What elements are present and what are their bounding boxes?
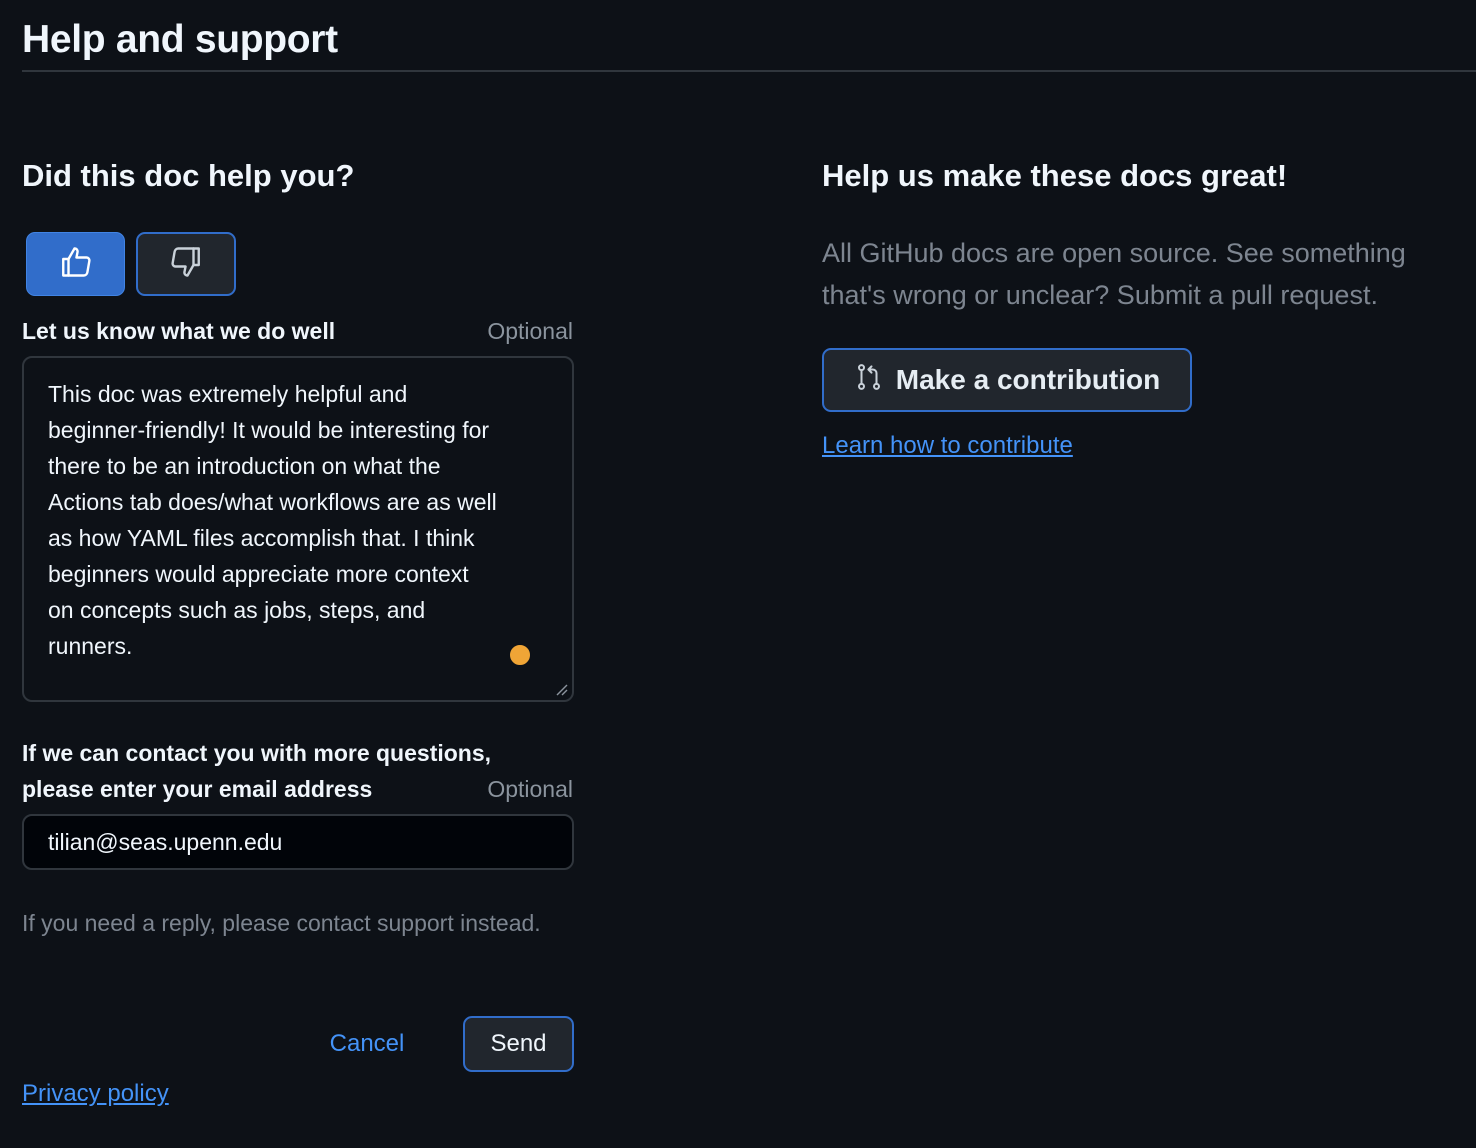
thumbs-down-icon	[168, 244, 204, 285]
cancel-button[interactable]: Cancel	[310, 1018, 424, 1070]
email-optional-hint: Optional	[487, 776, 573, 802]
thumbs-down-button[interactable]	[136, 232, 236, 296]
git-pull-request-icon	[854, 362, 884, 399]
email-label-line1: If we can contact you with more question…	[22, 740, 492, 766]
title-divider	[22, 70, 1476, 72]
contribute-description: All GitHub docs are open source. See som…	[822, 238, 1406, 310]
comment-label: Let us know what we do well	[22, 318, 336, 344]
reply-note: If you need a reply, please contact supp…	[22, 910, 541, 936]
thumbs-up-icon	[58, 244, 94, 285]
email-field[interactable]: tilian@seas.upenn.edu	[22, 814, 574, 870]
send-button[interactable]: Send	[463, 1016, 574, 1072]
make-contribution-button[interactable]: Make a contribution	[822, 348, 1192, 412]
make-contribution-label: Make a contribution	[895, 364, 1161, 395]
comment-optional-hint: Optional	[487, 318, 573, 344]
learn-contribute-link[interactable]: Learn how to contribute	[822, 432, 1073, 460]
privacy-policy-link[interactable]: Privacy policy	[22, 1080, 169, 1108]
comment-textarea[interactable]: This doc was extremely helpful and begin…	[22, 356, 574, 702]
thumbs-up-button[interactable]	[26, 232, 125, 296]
contribute-heading: Help us make these docs great!	[822, 158, 1288, 193]
grammar-check-indicator[interactable]	[509, 644, 531, 666]
resize-handle-icon[interactable]	[554, 682, 568, 696]
page-title: Help and support	[22, 18, 338, 61]
feedback-heading: Did this doc help you?	[22, 158, 355, 193]
email-value: tilian@seas.upenn.edu	[48, 828, 283, 855]
email-label-line2: please enter your email address	[22, 776, 373, 802]
